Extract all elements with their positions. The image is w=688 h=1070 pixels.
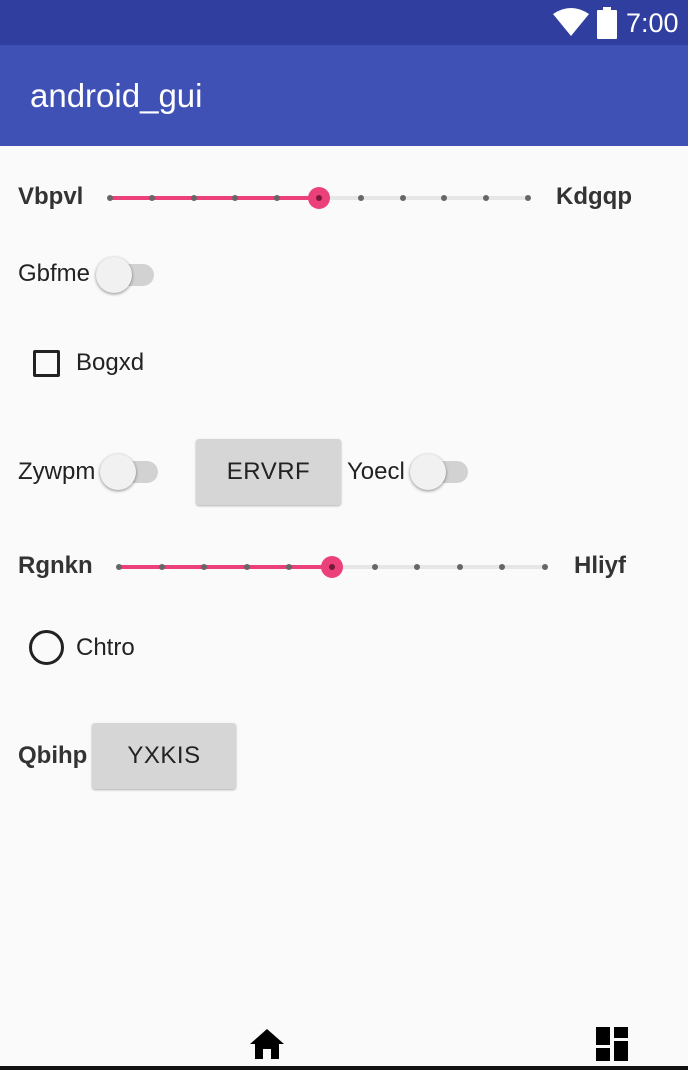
switch-knob <box>410 454 446 490</box>
slider-tick <box>201 564 208 570</box>
switch-yoecl-label: Yoecl <box>347 458 405 485</box>
navigation-bar <box>0 1015 688 1070</box>
qbihp-label: Qbihp <box>18 742 88 769</box>
app-bar: android_gui <box>0 45 688 146</box>
switch-gbfme[interactable] <box>96 255 156 295</box>
slider-tick <box>371 564 378 570</box>
switch-knob <box>100 454 136 490</box>
ervrf-button[interactable]: ERVRF <box>196 439 341 505</box>
app-title: android_gui <box>30 77 203 114</box>
slider-tick <box>286 564 293 570</box>
slider-thumb[interactable] <box>308 187 330 209</box>
slider-tick <box>190 195 197 201</box>
switch-yoecl[interactable] <box>410 452 470 492</box>
switch-knob <box>96 257 132 293</box>
slider-tick <box>116 564 122 570</box>
checkbox-bogxd[interactable] <box>33 350 60 377</box>
radio-chtro[interactable] <box>29 630 64 665</box>
slider-tick <box>357 195 364 201</box>
slider-vbpvl-right-label: Kdgqp <box>556 183 632 210</box>
recents-icon[interactable] <box>596 1027 628 1061</box>
slider-track-fill <box>119 565 332 569</box>
slider-rgnkn[interactable] <box>116 555 548 579</box>
slider-tick <box>274 195 281 201</box>
checkbox-bogxd-label: Bogxd <box>76 349 145 376</box>
wifi-icon <box>553 8 589 36</box>
slider-tick <box>525 195 531 201</box>
battery-icon <box>597 7 617 39</box>
slider-tick <box>414 564 421 570</box>
slider-tick <box>456 564 463 570</box>
slider-tick <box>399 195 406 201</box>
slider-tick <box>107 195 113 201</box>
switch-zywpm[interactable] <box>100 452 160 492</box>
slider-rgnkn-left-label: Rgnkn <box>18 552 93 579</box>
slider-tick <box>499 564 506 570</box>
slider-vbpvl-left-label: Vbpvl <box>18 183 84 210</box>
slider-tick <box>232 195 239 201</box>
home-icon[interactable] <box>250 1029 284 1059</box>
status-time: 7:00 <box>626 8 679 38</box>
slider-tick <box>542 564 548 570</box>
slider-tick <box>148 195 155 201</box>
slider-rgnkn-right-label: Hliyf <box>574 552 627 579</box>
slider-thumb[interactable] <box>321 556 343 578</box>
slider-track-fill <box>110 196 319 200</box>
nav-bottom-line <box>0 1066 688 1070</box>
switch-zywpm-label: Zywpm <box>18 458 96 485</box>
slider-tick <box>158 564 165 570</box>
slider-tick <box>243 564 250 570</box>
yxkis-button[interactable]: YXKIS <box>92 723 236 789</box>
switch-gbfme-label: Gbfme <box>18 260 91 287</box>
status-bar: 7:00 <box>0 0 688 45</box>
radio-chtro-label: Chtro <box>76 634 135 661</box>
slider-tick <box>441 195 448 201</box>
slider-tick <box>483 195 490 201</box>
slider-vbpvl[interactable] <box>107 186 531 210</box>
